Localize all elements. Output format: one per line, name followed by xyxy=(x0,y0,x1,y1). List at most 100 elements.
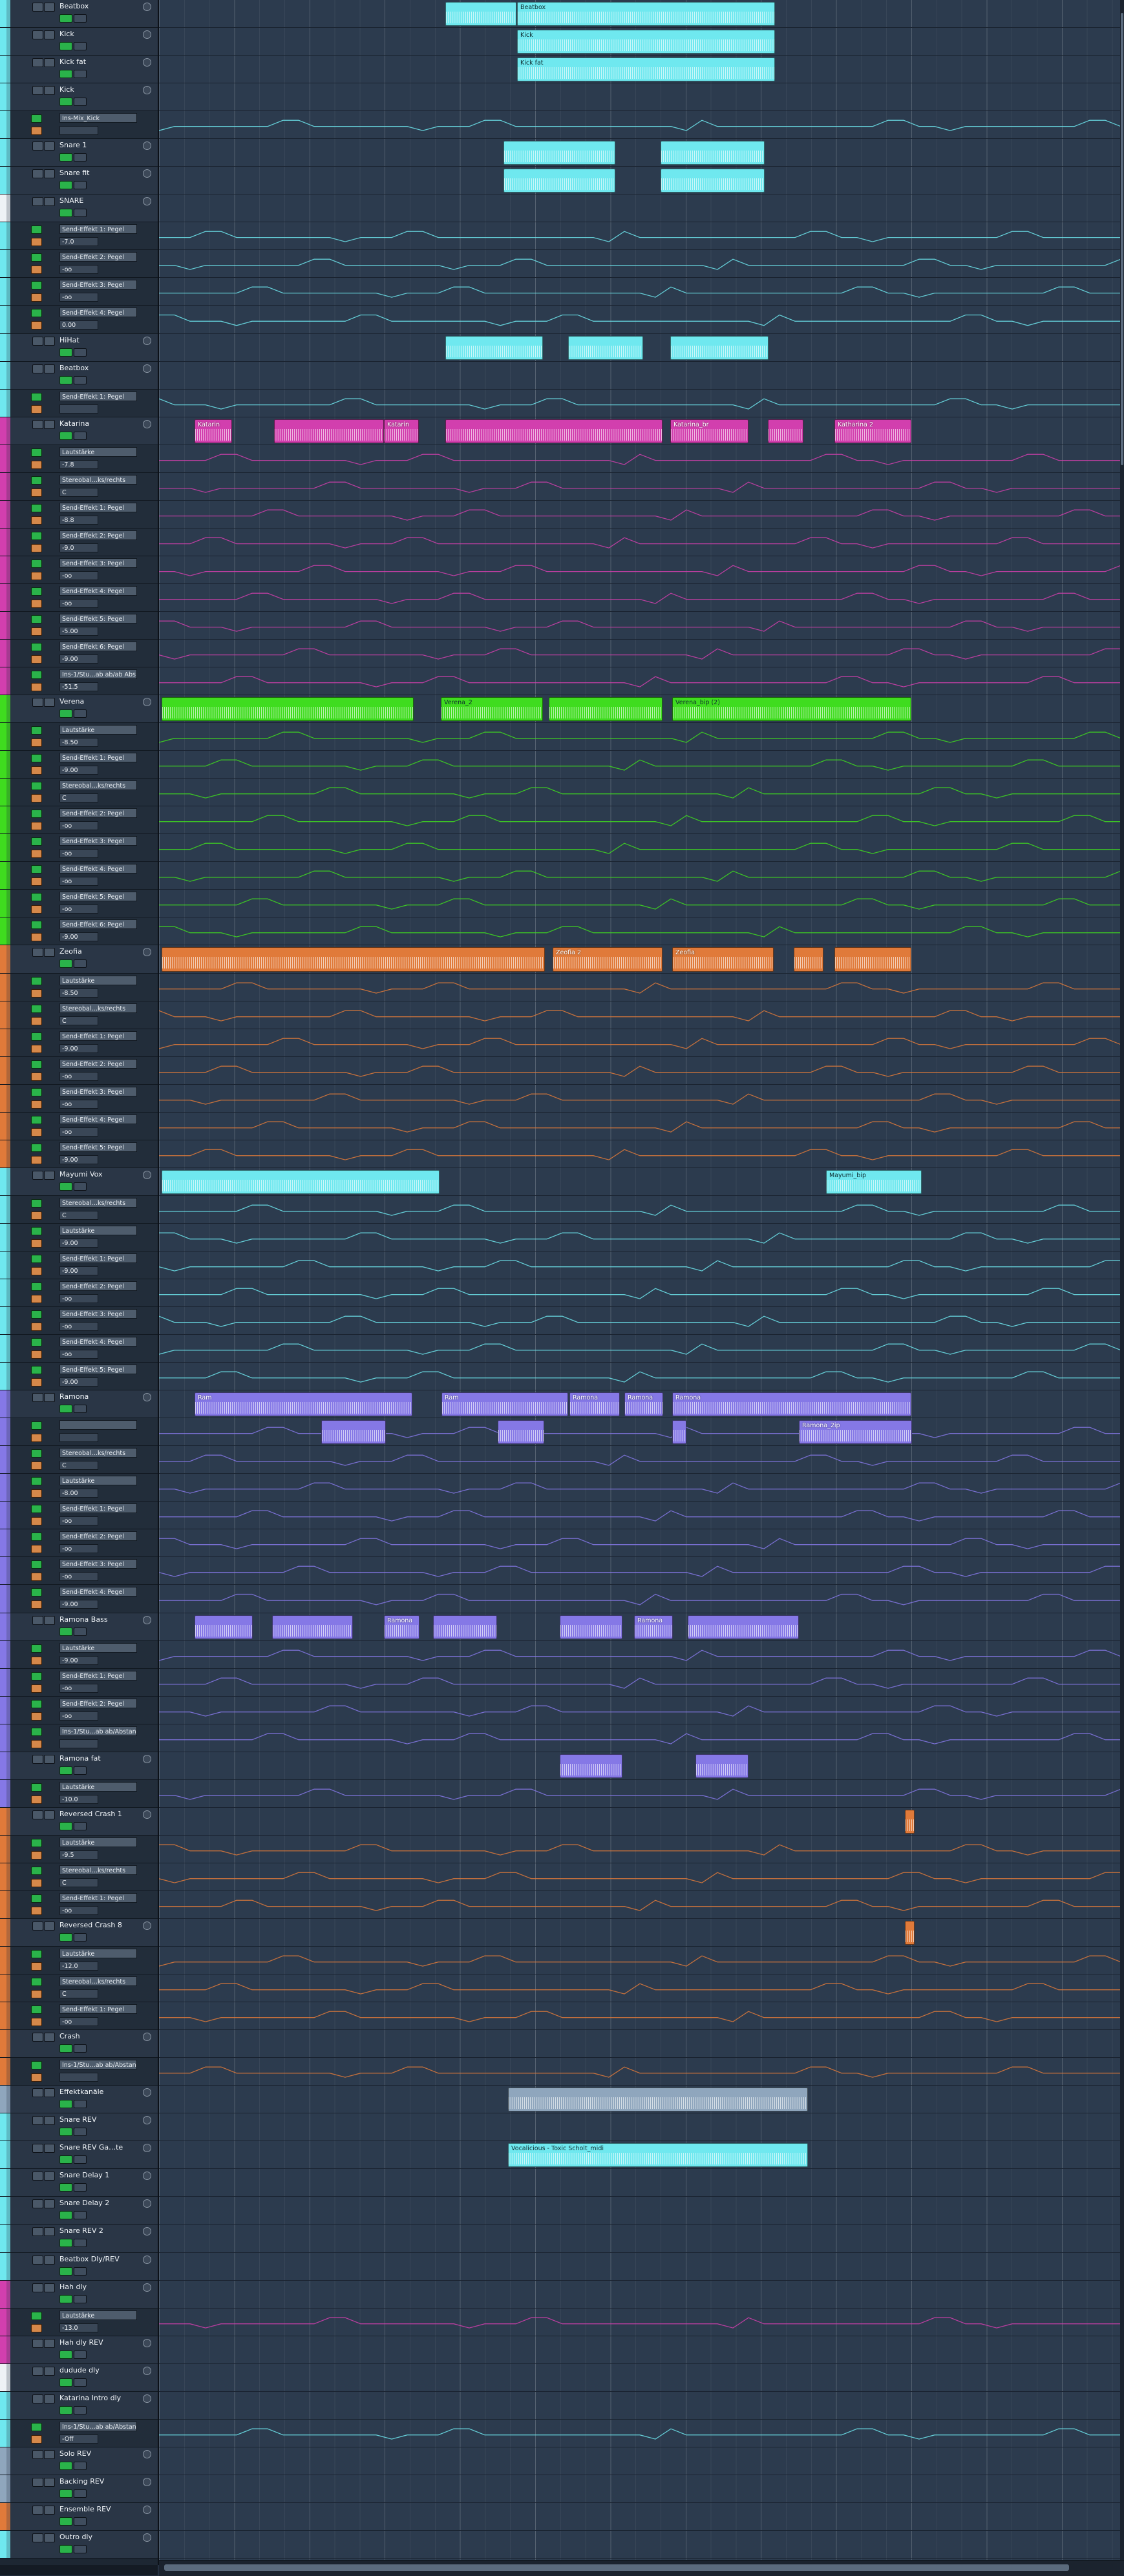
write-automation-button[interactable] xyxy=(74,432,87,440)
read-automation-button[interactable] xyxy=(59,2489,72,2498)
automation-value[interactable]: -10.0 xyxy=(59,1795,98,1804)
read-automation-button[interactable] xyxy=(59,2351,72,2359)
write-automation-button[interactable] xyxy=(74,2044,87,2053)
write-automation-button[interactable] xyxy=(74,1766,87,1775)
read-automation-button[interactable] xyxy=(59,2295,72,2303)
solo-button[interactable] xyxy=(44,2088,55,2097)
automation-value[interactable]: C xyxy=(59,488,98,497)
automation-lane-header[interactable]: Send-Effekt 5: Pegel -9.00 xyxy=(0,1140,158,1168)
solo-button[interactable] xyxy=(44,86,55,95)
track-header[interactable]: Zeofia xyxy=(0,945,158,974)
automation-value[interactable]: -13.0 xyxy=(59,2323,98,2332)
automation-curve[interactable] xyxy=(159,926,1121,937)
read-automation-button[interactable] xyxy=(59,42,72,50)
automation-value[interactable]: -oo xyxy=(59,599,98,608)
automation-parameter-select[interactable]: Send-Effekt 5: Pegel xyxy=(59,1142,137,1152)
automation-curve[interactable] xyxy=(159,1315,1121,1327)
automation-parameter-select[interactable]: Lautstärke xyxy=(59,1782,137,1792)
audio-clip[interactable]: Mayumi_bip xyxy=(826,1170,922,1194)
automation-read-button[interactable] xyxy=(31,1032,42,1041)
automation-read-button[interactable] xyxy=(31,1227,42,1235)
automation-value[interactable]: -9.00 xyxy=(59,766,98,775)
mute-button[interactable] xyxy=(32,2144,43,2153)
automation-read-button[interactable] xyxy=(31,1366,42,1374)
audio-clip[interactable]: Ramona xyxy=(672,1392,911,1416)
automation-lane-header[interactable]: Send-Effekt 4: Pegel -oo xyxy=(0,1113,158,1140)
mute-button[interactable] xyxy=(32,2172,43,2181)
mute-button[interactable] xyxy=(32,420,43,429)
automation-lane-header[interactable]: Send-Effekt 1: Pegel -9.00 xyxy=(0,751,158,779)
automation-lane-header[interactable]: Send-Effekt 2: Pegel -9.0 xyxy=(0,529,158,556)
write-automation-button[interactable] xyxy=(74,2211,87,2219)
automation-parameter-select[interactable]: Stereobal…ks/rechts xyxy=(59,1003,137,1013)
solo-button[interactable] xyxy=(44,1616,55,1625)
read-automation-button[interactable] xyxy=(59,2044,72,2053)
automation-value[interactable]: -9.0 xyxy=(59,543,98,552)
mute-button[interactable] xyxy=(32,1810,43,1819)
automation-parameter-select[interactable]: Stereobal…ks/rechts xyxy=(59,475,137,485)
automation-lane-header[interactable]: Ins-1/Stu…ab ab/Abstand xyxy=(0,2058,158,2086)
automation-parameter-select[interactable]: Send-Effekt 1: Pegel xyxy=(59,1503,137,1513)
audio-clip[interactable] xyxy=(445,419,663,443)
write-automation-button[interactable] xyxy=(74,1182,87,1191)
solo-button[interactable] xyxy=(44,1810,55,1819)
automation-lane-header[interactable]: Lautstärke -8.50 xyxy=(0,974,158,1001)
mute-button[interactable] xyxy=(32,1171,43,1180)
read-automation-button[interactable] xyxy=(59,2239,72,2247)
audio-clip[interactable] xyxy=(661,141,765,165)
audio-clip[interactable]: Katarin xyxy=(195,419,232,443)
automation-value[interactable]: -8.8 xyxy=(59,516,98,525)
automation-parameter-select[interactable]: Send-Effekt 5: Pegel xyxy=(59,614,137,623)
automation-curve[interactable] xyxy=(159,1454,1121,1466)
read-automation-button[interactable] xyxy=(59,2128,72,2136)
write-automation-button[interactable] xyxy=(74,2155,87,2164)
automation-read-button[interactable] xyxy=(31,615,42,623)
automation-value[interactable]: -7.8 xyxy=(59,460,98,469)
automation-value[interactable]: -oo xyxy=(59,821,98,830)
automation-parameter-select[interactable]: Send-Effekt 6: Pegel xyxy=(59,642,137,651)
automation-curve[interactable] xyxy=(159,120,1121,131)
automation-write-button[interactable] xyxy=(31,989,42,998)
track-header[interactable]: Ramona fat xyxy=(0,1752,158,1780)
automation-parameter-select[interactable]: Ins-1/Stu…ab ab/ab Abs xyxy=(59,669,137,679)
audio-clip[interactable] xyxy=(794,947,823,972)
automation-write-button[interactable] xyxy=(31,683,42,691)
write-automation-button[interactable] xyxy=(74,209,87,217)
automation-lane-header[interactable]: Stereobal…ks/rechts C xyxy=(0,779,158,806)
automation-value[interactable]: -oo xyxy=(59,1516,98,1525)
mute-button[interactable] xyxy=(32,1755,43,1764)
automation-read-button[interactable] xyxy=(31,114,42,123)
automation-lane-header[interactable]: Send-Effekt 4: Pegel 0.00 xyxy=(0,306,158,334)
automation-write-button[interactable] xyxy=(31,321,42,330)
audio-clip[interactable] xyxy=(560,1615,622,1639)
automation-write-button[interactable] xyxy=(31,1684,42,1693)
read-automation-button[interactable] xyxy=(59,2462,72,2470)
record-arm-button[interactable] xyxy=(143,2450,151,2458)
automation-value[interactable]: -oo xyxy=(59,905,98,914)
read-automation-button[interactable] xyxy=(59,2378,72,2387)
automation-value[interactable] xyxy=(59,126,98,135)
read-automation-button[interactable] xyxy=(59,2267,72,2276)
automation-parameter-select[interactable]: Lautstärke xyxy=(59,1226,137,1235)
automation-parameter-select[interactable]: Send-Effekt 3: Pegel xyxy=(59,1559,137,1569)
automation-curve[interactable] xyxy=(159,1510,1121,1522)
audio-clip[interactable]: Ramona xyxy=(624,1392,663,1416)
automation-write-button[interactable] xyxy=(31,461,42,469)
audio-clip[interactable] xyxy=(834,947,911,972)
audio-clip[interactable] xyxy=(162,1170,440,1194)
automation-curve[interactable] xyxy=(159,1788,1121,1800)
automation-lane-header[interactable]: Send-Effekt 5: Pegel -5.00 xyxy=(0,612,158,640)
write-automation-button[interactable] xyxy=(74,14,87,23)
mute-button[interactable] xyxy=(32,2199,43,2208)
read-automation-button[interactable] xyxy=(59,2517,72,2526)
automation-write-button[interactable] xyxy=(31,1851,42,1859)
track-header[interactable]: Beatbox Dly/REV xyxy=(0,2253,158,2281)
write-automation-button[interactable] xyxy=(74,1405,87,1413)
audio-clip[interactable] xyxy=(321,1420,386,1444)
record-arm-button[interactable] xyxy=(143,2256,151,2264)
track-header[interactable]: Mayumi Vox xyxy=(0,1168,158,1196)
audio-clip[interactable]: Katharina 2 xyxy=(834,419,911,443)
automation-curve[interactable] xyxy=(159,454,1121,465)
record-arm-button[interactable] xyxy=(143,58,151,67)
automation-value[interactable]: -9.00 xyxy=(59,932,98,941)
